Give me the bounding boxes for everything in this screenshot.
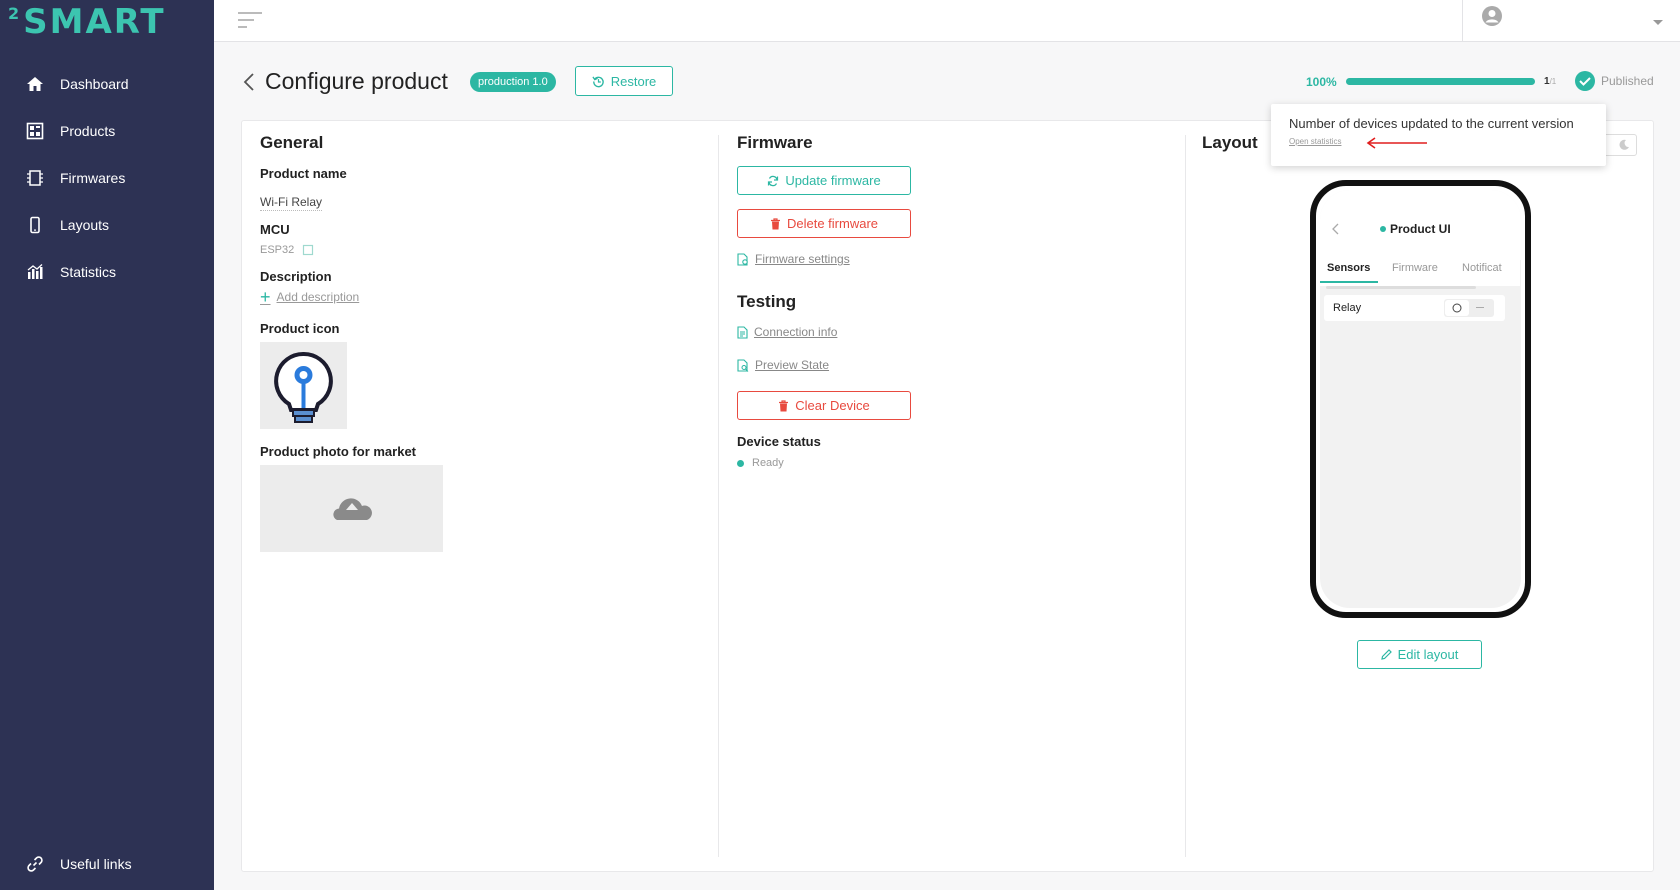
status-dot — [1380, 226, 1386, 232]
refresh-icon — [768, 175, 779, 186]
column-divider — [1185, 135, 1186, 857]
sidebar-item-layouts[interactable]: Layouts — [0, 205, 214, 245]
product-photo-upload[interactable] — [260, 465, 443, 552]
phone-back-icon[interactable] — [1332, 222, 1339, 240]
tab-firmware[interactable]: Firmware — [1392, 262, 1438, 274]
testing-title: Testing — [737, 292, 797, 311]
version-badge: production 1.0 — [470, 72, 556, 92]
device-status-label: Device status — [737, 434, 821, 449]
toggle-knob — [1445, 300, 1469, 316]
useful-links-label: Useful links — [60, 856, 132, 872]
arrow-left-icon — [1366, 136, 1428, 154]
lightbulb-icon — [274, 351, 333, 423]
plus-icon: + — [260, 287, 271, 307]
chevron-down-icon — [1652, 14, 1664, 32]
product-icon-label: Product icon — [260, 321, 340, 336]
mcu-value: ESP32 — [260, 244, 314, 256]
tab-sensors[interactable]: Sensors — [1327, 262, 1370, 274]
sidebar-item-label: Firmwares — [60, 170, 126, 186]
trash-icon — [770, 217, 780, 229]
app-logo[interactable]: 2SMART — [8, 2, 166, 42]
menu-toggle-icon[interactable] — [238, 10, 262, 35]
restore-icon — [592, 75, 604, 87]
sidebar-item-dashboard[interactable]: Dashboard — [0, 64, 214, 104]
phone-title: Product UI — [1380, 222, 1451, 236]
column-divider — [718, 135, 719, 857]
settings-doc-icon — [737, 252, 748, 266]
sidebar-item-label: Layouts — [60, 217, 110, 233]
product-icon-image[interactable] — [260, 342, 347, 429]
firmware-icon — [24, 167, 46, 189]
general-title: General — [260, 133, 324, 152]
phone-icon — [24, 214, 46, 236]
sidebar: 2SMART Dashboard Products Firmwares Layo… — [0, 0, 214, 890]
pencil-icon — [1380, 649, 1392, 660]
sidebar-item-products[interactable]: Products — [0, 111, 214, 151]
sidebar-item-label: Statistics — [60, 264, 117, 280]
user-avatar-icon — [1481, 5, 1503, 32]
chart-icon — [24, 261, 46, 283]
home-icon — [24, 73, 46, 95]
edit-layout-button[interactable]: Edit layout — [1357, 640, 1482, 669]
phone-preview: Product UI Sensors Firmware Notificat Re… — [1310, 180, 1531, 618]
open-statistics-link[interactable]: Open statistics — [1289, 137, 1341, 146]
page-title: Configure product — [265, 68, 448, 94]
tab-notifications[interactable]: Notificat — [1462, 262, 1502, 274]
active-tab-indicator — [1320, 281, 1378, 283]
sidebar-item-statistics[interactable]: Statistics — [0, 252, 214, 292]
product-name-label: Product name — [260, 166, 347, 181]
sidebar-item-label: Products — [60, 123, 116, 139]
relay-row: Relay — [1324, 295, 1505, 321]
tab-scrollbar — [1326, 286, 1476, 289]
device-status: Ready — [737, 457, 784, 469]
published-check-icon — [1574, 70, 1596, 97]
chip-icon — [303, 244, 314, 256]
restore-label: Restore — [610, 73, 657, 89]
toggle-off-mark — [1476, 307, 1484, 308]
trash-icon — [779, 399, 789, 411]
relay-toggle[interactable] — [1444, 299, 1494, 317]
progress-track — [1346, 78, 1535, 85]
useful-links[interactable]: Useful links — [0, 844, 214, 884]
product-photo-label: Product photo for market — [260, 444, 417, 459]
stats-tooltip: Number of devices updated to the current… — [1271, 104, 1606, 166]
layout-title: Layout — [1202, 133, 1258, 152]
user-menu[interactable] — [1462, 0, 1680, 42]
sidebar-item-firmwares[interactable]: Firmwares — [0, 158, 214, 198]
update-firmware-button[interactable]: Update firmware — [737, 166, 911, 195]
products-icon — [24, 120, 46, 142]
connection-info-link[interactable]: Connection info — [737, 325, 837, 339]
document-icon — [737, 325, 748, 339]
top-bar — [214, 0, 1680, 42]
published-label: Published — [1601, 74, 1654, 88]
progress-percent: 100% — [1306, 75, 1337, 89]
preview-state-link[interactable]: Preview State — [737, 358, 829, 372]
tooltip-text: Number of devices updated to the current… — [1289, 116, 1574, 131]
firmware-settings-link[interactable]: Firmware settings — [737, 252, 850, 266]
preview-doc-icon — [737, 358, 749, 372]
relay-label: Relay — [1333, 302, 1362, 314]
sidebar-item-label: Dashboard — [60, 76, 129, 92]
mcu-label: MCU — [260, 222, 290, 237]
status-dot — [737, 459, 744, 467]
firmware-title: Firmware — [737, 133, 813, 152]
phone-screen: Product UI Sensors Firmware Notificat Re… — [1320, 190, 1521, 608]
progress-fill — [1346, 78, 1535, 85]
cloud-upload-icon — [332, 497, 372, 520]
add-description-link[interactable]: + Add description — [260, 287, 359, 307]
delete-firmware-button[interactable]: Delete firmware — [737, 209, 911, 238]
link-icon — [24, 853, 46, 875]
back-icon[interactable] — [243, 72, 255, 97]
phone-tabs: Sensors Firmware Notificat — [1320, 258, 1520, 286]
clear-device-button[interactable]: Clear Device — [737, 391, 911, 420]
progress-count: 1/1 — [1544, 76, 1557, 87]
description-label: Description — [260, 269, 332, 284]
moon-icon — [1618, 138, 1630, 156]
product-name-value[interactable]: Wi-Fi Relay — [260, 195, 322, 211]
restore-button[interactable]: Restore — [575, 66, 673, 96]
